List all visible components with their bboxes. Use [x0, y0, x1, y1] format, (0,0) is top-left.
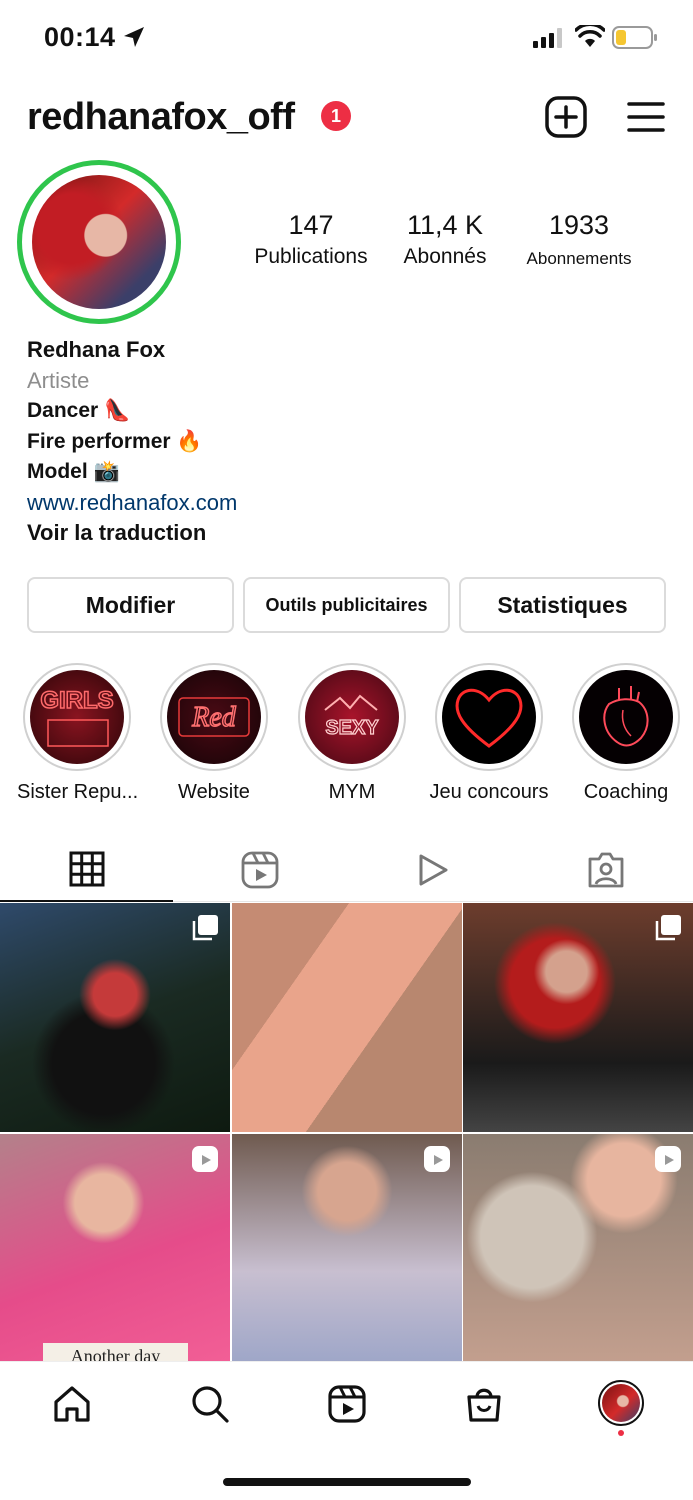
highlight-cover-text: Red [191, 702, 237, 733]
add-post-icon[interactable] [545, 96, 587, 138]
reels-icon [328, 1385, 366, 1423]
post-thumbnail[interactable] [463, 1134, 693, 1361]
tab-reels[interactable] [173, 838, 346, 902]
nav-search[interactable] [188, 1382, 232, 1426]
posts-count: 147 [288, 210, 334, 240]
highlight-ring: Red [160, 663, 268, 771]
tab-tagged[interactable] [519, 838, 692, 902]
following-label: Abonnements [526, 249, 632, 268]
nav-home[interactable] [50, 1382, 94, 1426]
reel-icon [655, 1146, 681, 1172]
neon-heart-icon [455, 688, 523, 748]
hamburger-menu-icon[interactable] [627, 100, 665, 134]
profile-bio: Redhana Fox Artiste Dancer 👠 Fire perfor… [27, 335, 667, 549]
notification-badge[interactable]: 1 [321, 101, 351, 131]
highlight-label: Website [178, 781, 250, 803]
home-indicator[interactable] [223, 1478, 471, 1486]
edit-profile-button[interactable]: Modifier [27, 577, 234, 633]
bio-line: Model 📸 [27, 460, 120, 483]
highlight-ring: SEXY [298, 663, 406, 771]
cellular-signal-icon [533, 28, 562, 48]
highlight-ring [435, 663, 543, 771]
wifi-icon [575, 25, 605, 47]
highlight-label: Sister Repu... [17, 781, 139, 803]
highlight-label: Jeu concours [429, 781, 549, 803]
highlight-cover: SEXY [305, 670, 399, 764]
highlight-cover [442, 670, 536, 764]
posts-label: Publications [254, 245, 368, 268]
location-arrow-icon [124, 27, 144, 47]
post-thumbnail[interactable] [232, 903, 462, 1132]
profile-avatar [602, 1384, 640, 1422]
stat-posts[interactable]: 147 Publications [245, 210, 377, 269]
bio-line: Dancer 👠 [27, 399, 131, 422]
stat-followers[interactable]: 11,4 K Abonnés [390, 210, 500, 269]
profile-avatar-story-ring[interactable] [17, 160, 181, 324]
tab-posts-grid[interactable] [0, 838, 173, 902]
profile-tabs [0, 838, 693, 902]
nav-reels[interactable] [325, 1382, 369, 1426]
battery-low-icon [612, 26, 657, 49]
highlight-cover [579, 670, 673, 764]
post-thumbnail[interactable] [463, 903, 693, 1132]
reel-icon [192, 1146, 218, 1172]
post-caption-overlay: Another day [43, 1343, 188, 1361]
highlight-label: MYM [328, 781, 376, 803]
profile-category: Artiste [27, 367, 90, 393]
reel-icon [424, 1146, 450, 1172]
highlight-cover: Red [167, 670, 261, 764]
tab-videos[interactable] [346, 838, 519, 902]
neon-sign-cover: GIRLS [40, 686, 114, 747]
display-name: Redhana Fox [27, 337, 166, 362]
posts-grid: Another day [0, 903, 693, 1361]
search-icon [192, 1386, 229, 1423]
highlight-item[interactable]: SEXY MYM [292, 663, 412, 804]
profile-avatar[interactable] [32, 175, 166, 309]
post-thumbnail[interactable] [0, 903, 230, 1132]
grid-icon [69, 851, 104, 887]
highlight-cover: GIRLS [30, 670, 124, 764]
highlight-item[interactable]: GIRLS Sister Repu... [17, 663, 139, 804]
followers-label: Abonnés [403, 245, 487, 268]
bio-line: Fire performer 🔥 [27, 429, 203, 453]
status-time: 00:14 [44, 22, 116, 52]
reels-icon [241, 851, 278, 889]
carousel-icon [192, 915, 218, 941]
neon-sign-cover: Red [178, 697, 250, 737]
post-thumbnail[interactable] [232, 1134, 462, 1361]
following-count: 1933 [548, 210, 610, 240]
neon-sign-cover: SEXY [324, 694, 380, 740]
highlight-cover-text: GIRLS [40, 687, 113, 714]
highlight-cover-text: SEXY [325, 717, 379, 739]
highlight-item[interactable]: Coaching [566, 663, 686, 804]
followers-count: 11,4 K [406, 210, 484, 240]
shop-icon [467, 1388, 501, 1422]
video-play-icon [419, 854, 447, 886]
website-link[interactable]: www.redhanafox.com [27, 488, 667, 519]
stat-following[interactable]: 1933 Abonnements [515, 210, 643, 269]
highlight-ring [572, 663, 680, 771]
status-bar: 00:14 [0, 0, 693, 76]
carousel-icon [655, 915, 681, 941]
highlight-label: Coaching [583, 781, 669, 803]
insights-button[interactable]: Statistiques [459, 577, 666, 633]
tagged-person-icon [588, 852, 623, 888]
highlight-item[interactable]: Jeu concours [429, 663, 549, 804]
nav-shop[interactable] [462, 1382, 506, 1426]
nav-profile[interactable] [598, 1380, 644, 1426]
post-thumbnail[interactable]: Another day [0, 1134, 230, 1361]
highlight-item[interactable]: Red Website [154, 663, 274, 804]
neon-anatomical-heart-icon [603, 686, 649, 747]
home-icon [54, 1386, 90, 1422]
username[interactable]: redhanafox_off [27, 96, 295, 139]
highlight-ring: GIRLS [23, 663, 131, 771]
ad-tools-button[interactable]: Outils publicitaires [243, 577, 450, 633]
notification-dot [618, 1430, 624, 1436]
profile-header: redhanafox_off 1 [0, 90, 693, 150]
see-translation-link[interactable]: Voir la traduction [27, 518, 667, 549]
